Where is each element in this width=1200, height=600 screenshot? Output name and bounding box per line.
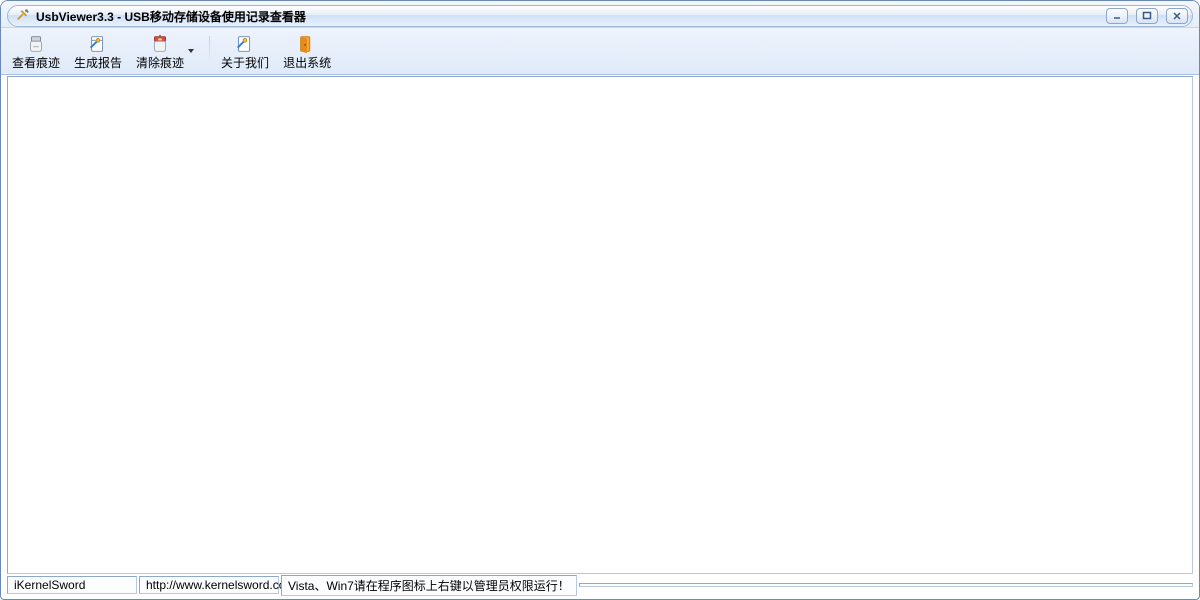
minimize-button[interactable]: [1106, 8, 1128, 24]
status-author: iKernelSword: [7, 576, 137, 594]
chevron-down-icon[interactable]: [184, 47, 198, 55]
usb-drive-icon: [25, 33, 47, 55]
toolbar: 查看痕迹 生成报告: [1, 27, 1199, 75]
toolbar-separator: [209, 36, 210, 66]
generate-report-button[interactable]: 生成报告: [67, 30, 129, 72]
app-window: UsbViewer3.3 - USB移动存储设备使用记录查看器 查看痕: [0, 0, 1200, 600]
maximize-button[interactable]: [1136, 8, 1158, 24]
exit-system-button[interactable]: 退出系统: [276, 30, 338, 72]
generate-report-label: 生成报告: [74, 57, 122, 69]
clear-traces-button[interactable]: 清除痕迹: [129, 30, 205, 72]
exit-system-label: 退出系统: [283, 57, 331, 69]
titlebar[interactable]: UsbViewer3.3 - USB移动存储设备使用记录查看器: [7, 5, 1193, 27]
view-traces-button[interactable]: 查看痕迹: [5, 30, 67, 72]
clear-traces-label: 清除痕迹: [136, 57, 184, 69]
about-icon: [234, 33, 256, 55]
status-url[interactable]: http://www.kernelsword.com: [139, 576, 279, 594]
content-area[interactable]: [7, 76, 1193, 574]
clear-icon: [149, 33, 171, 55]
window-title: UsbViewer3.3 - USB移动存储设备使用记录查看器: [36, 8, 306, 25]
status-bar: iKernelSword http://www.kernelsword.com …: [7, 575, 1193, 595]
about-us-button[interactable]: 关于我们: [214, 30, 276, 72]
about-us-label: 关于我们: [221, 57, 269, 69]
view-traces-label: 查看痕迹: [12, 57, 60, 69]
report-icon: [87, 33, 109, 55]
status-filler: [579, 583, 1193, 587]
close-button[interactable]: [1166, 8, 1188, 24]
exit-icon: [296, 33, 318, 55]
status-hint: Vista、Win7请在程序图标上右键以管理员权限运行！: [281, 575, 577, 596]
app-icon: [16, 8, 30, 25]
titlebar-wrap: UsbViewer3.3 - USB移动存储设备使用记录查看器: [1, 1, 1199, 27]
